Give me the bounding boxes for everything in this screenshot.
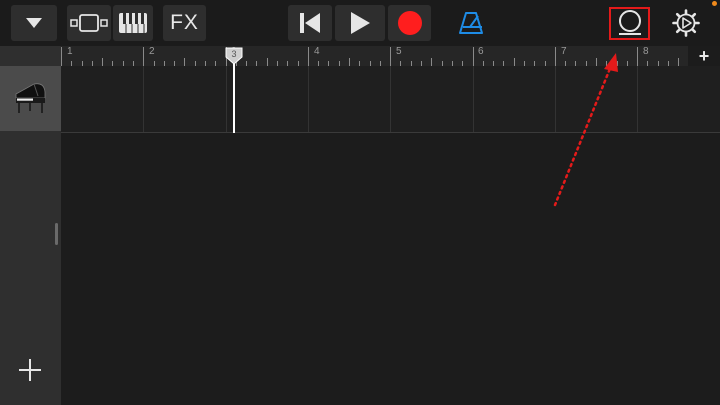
ruler-ticks xyxy=(61,47,679,66)
keyboard-button[interactable] xyxy=(113,5,153,41)
fx-label: FX xyxy=(170,11,199,34)
bar-number: 1 xyxy=(67,46,73,57)
bar-number: 8 xyxy=(643,46,649,57)
fx-button[interactable]: FX xyxy=(163,5,206,41)
plus-label: + xyxy=(698,45,710,66)
record-icon xyxy=(397,11,422,35)
empty-track-area[interactable] xyxy=(61,133,720,405)
menu-button[interactable] xyxy=(11,5,57,41)
control-bar: FX xyxy=(0,0,720,46)
bar-number: 5 xyxy=(396,46,402,57)
rewind-button[interactable] xyxy=(288,5,332,41)
playhead-bar-label: 3 xyxy=(231,49,236,59)
playhead[interactable]: 3 xyxy=(225,47,243,70)
gear-icon xyxy=(672,9,700,37)
grand-piano-icon xyxy=(15,83,46,113)
bar-gridline xyxy=(226,66,227,132)
play-button[interactable] xyxy=(335,5,385,41)
add-track-button[interactable] xyxy=(17,357,43,383)
bar-gridline xyxy=(390,66,391,132)
record-button[interactable] xyxy=(388,5,431,41)
metronome-icon xyxy=(459,12,483,34)
timeline-ruler[interactable]: 1 2 3 4 5 6 7 8 xyxy=(61,46,688,66)
triangle-down-icon xyxy=(26,18,42,28)
bar-gridline xyxy=(308,66,309,132)
resize-handle[interactable] xyxy=(55,223,58,245)
notification-dot xyxy=(712,1,717,6)
settings-button[interactable] xyxy=(668,5,704,41)
add-section-button[interactable]: + xyxy=(688,46,720,66)
bar-number: 2 xyxy=(149,46,155,57)
bar-number: 7 xyxy=(561,46,567,57)
bar-gridline xyxy=(637,66,638,132)
bar-gridline xyxy=(473,66,474,132)
tracks-view-icon xyxy=(70,14,108,32)
skip-to-start-icon xyxy=(300,13,320,33)
metronome-button[interactable] xyxy=(454,5,488,41)
tracks-view-button[interactable] xyxy=(67,5,111,41)
play-icon xyxy=(351,12,370,34)
bar-number: 4 xyxy=(314,46,320,57)
bar-number: 6 xyxy=(478,46,484,57)
loop-browser-highlight xyxy=(609,7,650,40)
track-headers-panel xyxy=(0,46,61,405)
playhead-marker: 3 xyxy=(225,47,243,65)
keyboard-icon xyxy=(119,13,147,33)
bar-gridline xyxy=(555,66,556,132)
track-header-piano[interactable] xyxy=(0,66,61,131)
bar-gridline xyxy=(143,66,144,132)
